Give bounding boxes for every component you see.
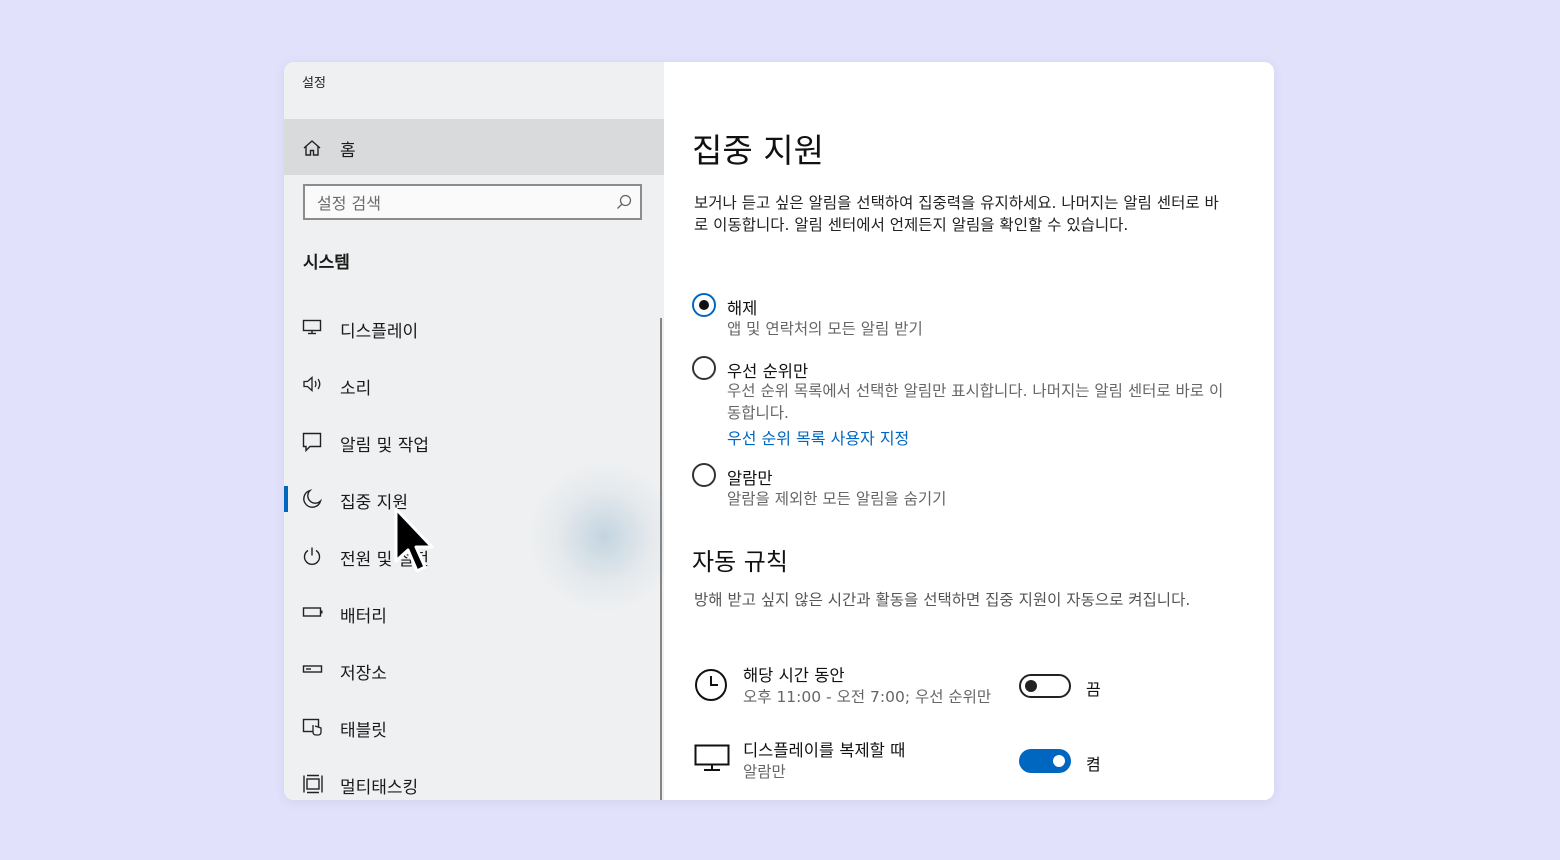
section-description: 방해 받고 싶지 않은 시간과 활동을 선택하면 집중 지원이 자동으로 켜집니… bbox=[694, 591, 1191, 609]
rule-subtitle: 오후 11:00 - 오전 7:00; 우선 순위만 bbox=[743, 688, 992, 706]
toggle-state-label: 켬 bbox=[1086, 755, 1101, 774]
sidebar-item-focus-assist[interactable]: 집중 지원 bbox=[284, 475, 660, 523]
option-description: 앱 및 연락처의 모든 알림 받기 bbox=[727, 320, 923, 338]
sidebar-item-storage[interactable]: 저장소 bbox=[284, 646, 660, 694]
sidebar-item-home[interactable]: 홈 bbox=[284, 119, 664, 175]
sidebar-item-sound[interactable]: 소리 bbox=[284, 361, 660, 409]
radio-off[interactable] bbox=[692, 293, 716, 317]
tablet-icon bbox=[302, 717, 324, 741]
app-title: 설정 bbox=[302, 76, 326, 91]
option-title[interactable]: 해제 bbox=[727, 295, 757, 319]
section-title: 시스템 bbox=[303, 253, 350, 273]
sidebar-item-battery[interactable]: 배터리 bbox=[284, 589, 660, 637]
option-description: 우선 순위 목록에서 선택한 알림만 표시합니다. 나머지는 알림 센터로 바로… bbox=[727, 382, 1224, 422]
duplicating-display-toggle[interactable] bbox=[1019, 749, 1071, 773]
notification-icon bbox=[302, 432, 322, 456]
power-icon bbox=[302, 546, 322, 570]
sidebar-item-display[interactable]: 디스플레이 bbox=[284, 304, 660, 352]
option-title[interactable]: 우선 순위만 bbox=[727, 358, 808, 382]
sidebar-item-notifications[interactable]: 알림 및 작업 bbox=[284, 418, 660, 466]
section-heading: 자동 규칙 bbox=[692, 548, 788, 576]
radio-alarms-only[interactable] bbox=[692, 463, 716, 487]
clock-icon bbox=[694, 668, 728, 706]
option-title[interactable]: 알람만 bbox=[727, 465, 773, 489]
storage-icon bbox=[302, 660, 324, 682]
moon-icon bbox=[302, 489, 322, 513]
home-label: 홈 bbox=[340, 141, 356, 161]
during-hours-toggle[interactable] bbox=[1019, 674, 1071, 698]
rule-subtitle: 알람만 bbox=[743, 763, 786, 781]
speaker-icon bbox=[302, 375, 324, 397]
sidebar-scrollbar[interactable] bbox=[660, 318, 662, 800]
option-description: 알람을 제외한 모든 알림을 숨기기 bbox=[727, 490, 947, 508]
home-icon bbox=[302, 139, 322, 161]
battery-icon bbox=[302, 603, 324, 625]
radio-priority-only[interactable] bbox=[692, 356, 716, 380]
settings-window: 설정 홈 시스템 디스플레이 소리 bbox=[284, 62, 1274, 800]
sidebar-item-power[interactable]: 전원 및 절전 bbox=[284, 532, 660, 580]
multitasking-icon bbox=[302, 774, 324, 798]
rule-title: 해당 시간 동안 bbox=[743, 666, 845, 685]
sidebar-item-label: 멀티태스킹 bbox=[340, 778, 419, 798]
search-box[interactable] bbox=[303, 184, 642, 220]
main-content: 집중 지원 보거나 듣고 싶은 알림을 선택하여 집중력을 유지하세요. 나머지… bbox=[664, 62, 1274, 800]
monitor-icon bbox=[694, 744, 730, 776]
monitor-icon bbox=[302, 318, 322, 340]
sidebar-item-tablet[interactable]: 태블릿 bbox=[284, 703, 660, 751]
sidebar-item-multitasking[interactable]: 멀티태스킹 bbox=[284, 760, 660, 800]
sidebar-item-label: 소리 bbox=[340, 379, 372, 399]
page-title: 집중 지원 bbox=[692, 131, 824, 170]
sidebar-item-label: 저장소 bbox=[340, 664, 387, 684]
sidebar-item-label: 알림 및 작업 bbox=[340, 436, 430, 456]
toggle-state-label: 끔 bbox=[1086, 680, 1101, 699]
sidebar-item-label: 배터리 bbox=[340, 607, 387, 627]
mouse-cursor-icon bbox=[392, 505, 438, 579]
active-indicator bbox=[284, 486, 288, 512]
sidebar: 설정 홈 시스템 디스플레이 소리 bbox=[284, 62, 664, 800]
page-description: 보거나 듣고 싶은 알림을 선택하여 집중력을 유지하세요. 나머지는 알림 센… bbox=[694, 194, 1219, 234]
search-icon[interactable] bbox=[616, 194, 632, 214]
customize-priority-list-link[interactable]: 우선 순위 목록 사용자 지정 bbox=[727, 425, 909, 449]
rule-title: 디스플레이를 복제할 때 bbox=[743, 741, 906, 760]
sidebar-item-label: 태블릿 bbox=[340, 721, 387, 741]
search-input[interactable] bbox=[315, 190, 599, 216]
sidebar-item-label: 디스플레이 bbox=[340, 322, 419, 342]
